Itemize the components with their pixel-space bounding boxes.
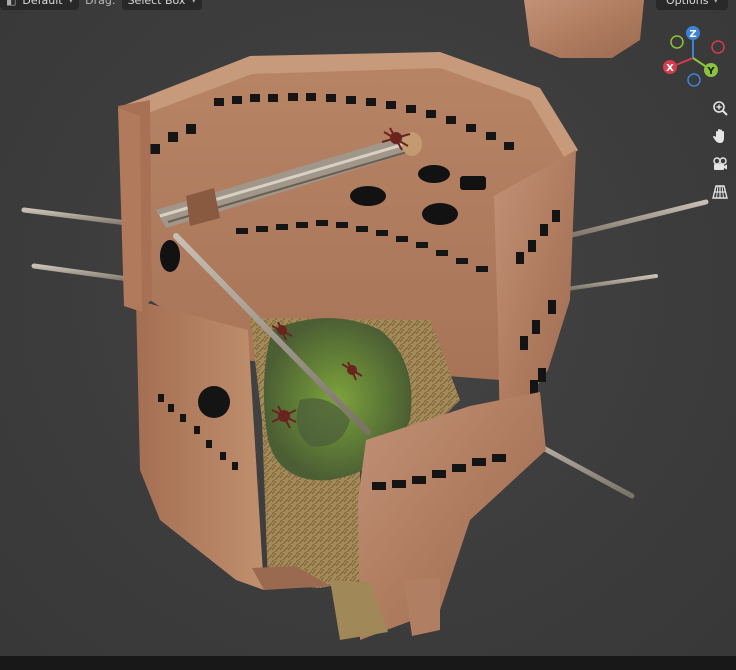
mode-icon: ◧ xyxy=(6,0,17,7)
camera-view-button[interactable] xyxy=(707,151,733,177)
drag-dropdown[interactable]: Select Box ▾ xyxy=(121,0,202,10)
spike-pole xyxy=(557,199,709,241)
options-button[interactable]: Options ▾ xyxy=(656,0,728,10)
options-label: Options xyxy=(666,0,709,7)
zoom-button[interactable] xyxy=(707,95,733,121)
chevron-down-icon: ▾ xyxy=(713,0,718,6)
viewport-header: ◧ Default ▾ Drag: Select Box ▾ xyxy=(0,0,240,10)
spike-pole xyxy=(558,274,658,292)
hand-pan-icon xyxy=(713,129,724,143)
gizmo-x-axis[interactable]: X xyxy=(663,60,677,74)
svg-text:X: X xyxy=(666,63,674,74)
chevron-down-icon: ▾ xyxy=(68,0,74,6)
stray-stone-fragment xyxy=(524,0,644,58)
gizmo-neg-z[interactable] xyxy=(687,73,701,87)
front-left-wall xyxy=(136,300,264,590)
pan-button[interactable] xyxy=(707,123,733,149)
3d-viewport[interactable]: ◧ Default ▾ Drag: Select Box ▾ Options ▾… xyxy=(0,0,736,656)
mode-dropdown-value: Default xyxy=(22,0,63,7)
gizmo-neg-x[interactable] xyxy=(711,40,725,54)
perspective-toggle-button[interactable] xyxy=(707,179,733,205)
grid-perspective-icon xyxy=(712,185,728,199)
camera-view-icon xyxy=(713,157,727,170)
drag-label: Drag: xyxy=(85,0,116,7)
gizmo-z-axis[interactable]: Z xyxy=(686,26,700,40)
tower-model[interactable] xyxy=(0,0,736,656)
svg-text:Z: Z xyxy=(689,29,696,40)
navigation-gizmo[interactable]: Z X Y xyxy=(660,22,736,92)
svg-text:Y: Y xyxy=(706,66,715,77)
drag-dropdown-value: Select Box xyxy=(127,0,186,7)
chevron-down-icon: ▾ xyxy=(191,0,196,6)
zoom-icon xyxy=(713,101,728,116)
status-bar xyxy=(0,656,736,670)
gizmo-y-axis[interactable]: Y xyxy=(704,63,718,77)
mode-dropdown[interactable]: ◧ Default ▾ xyxy=(0,0,80,10)
gizmo-neg-y[interactable] xyxy=(670,35,684,49)
